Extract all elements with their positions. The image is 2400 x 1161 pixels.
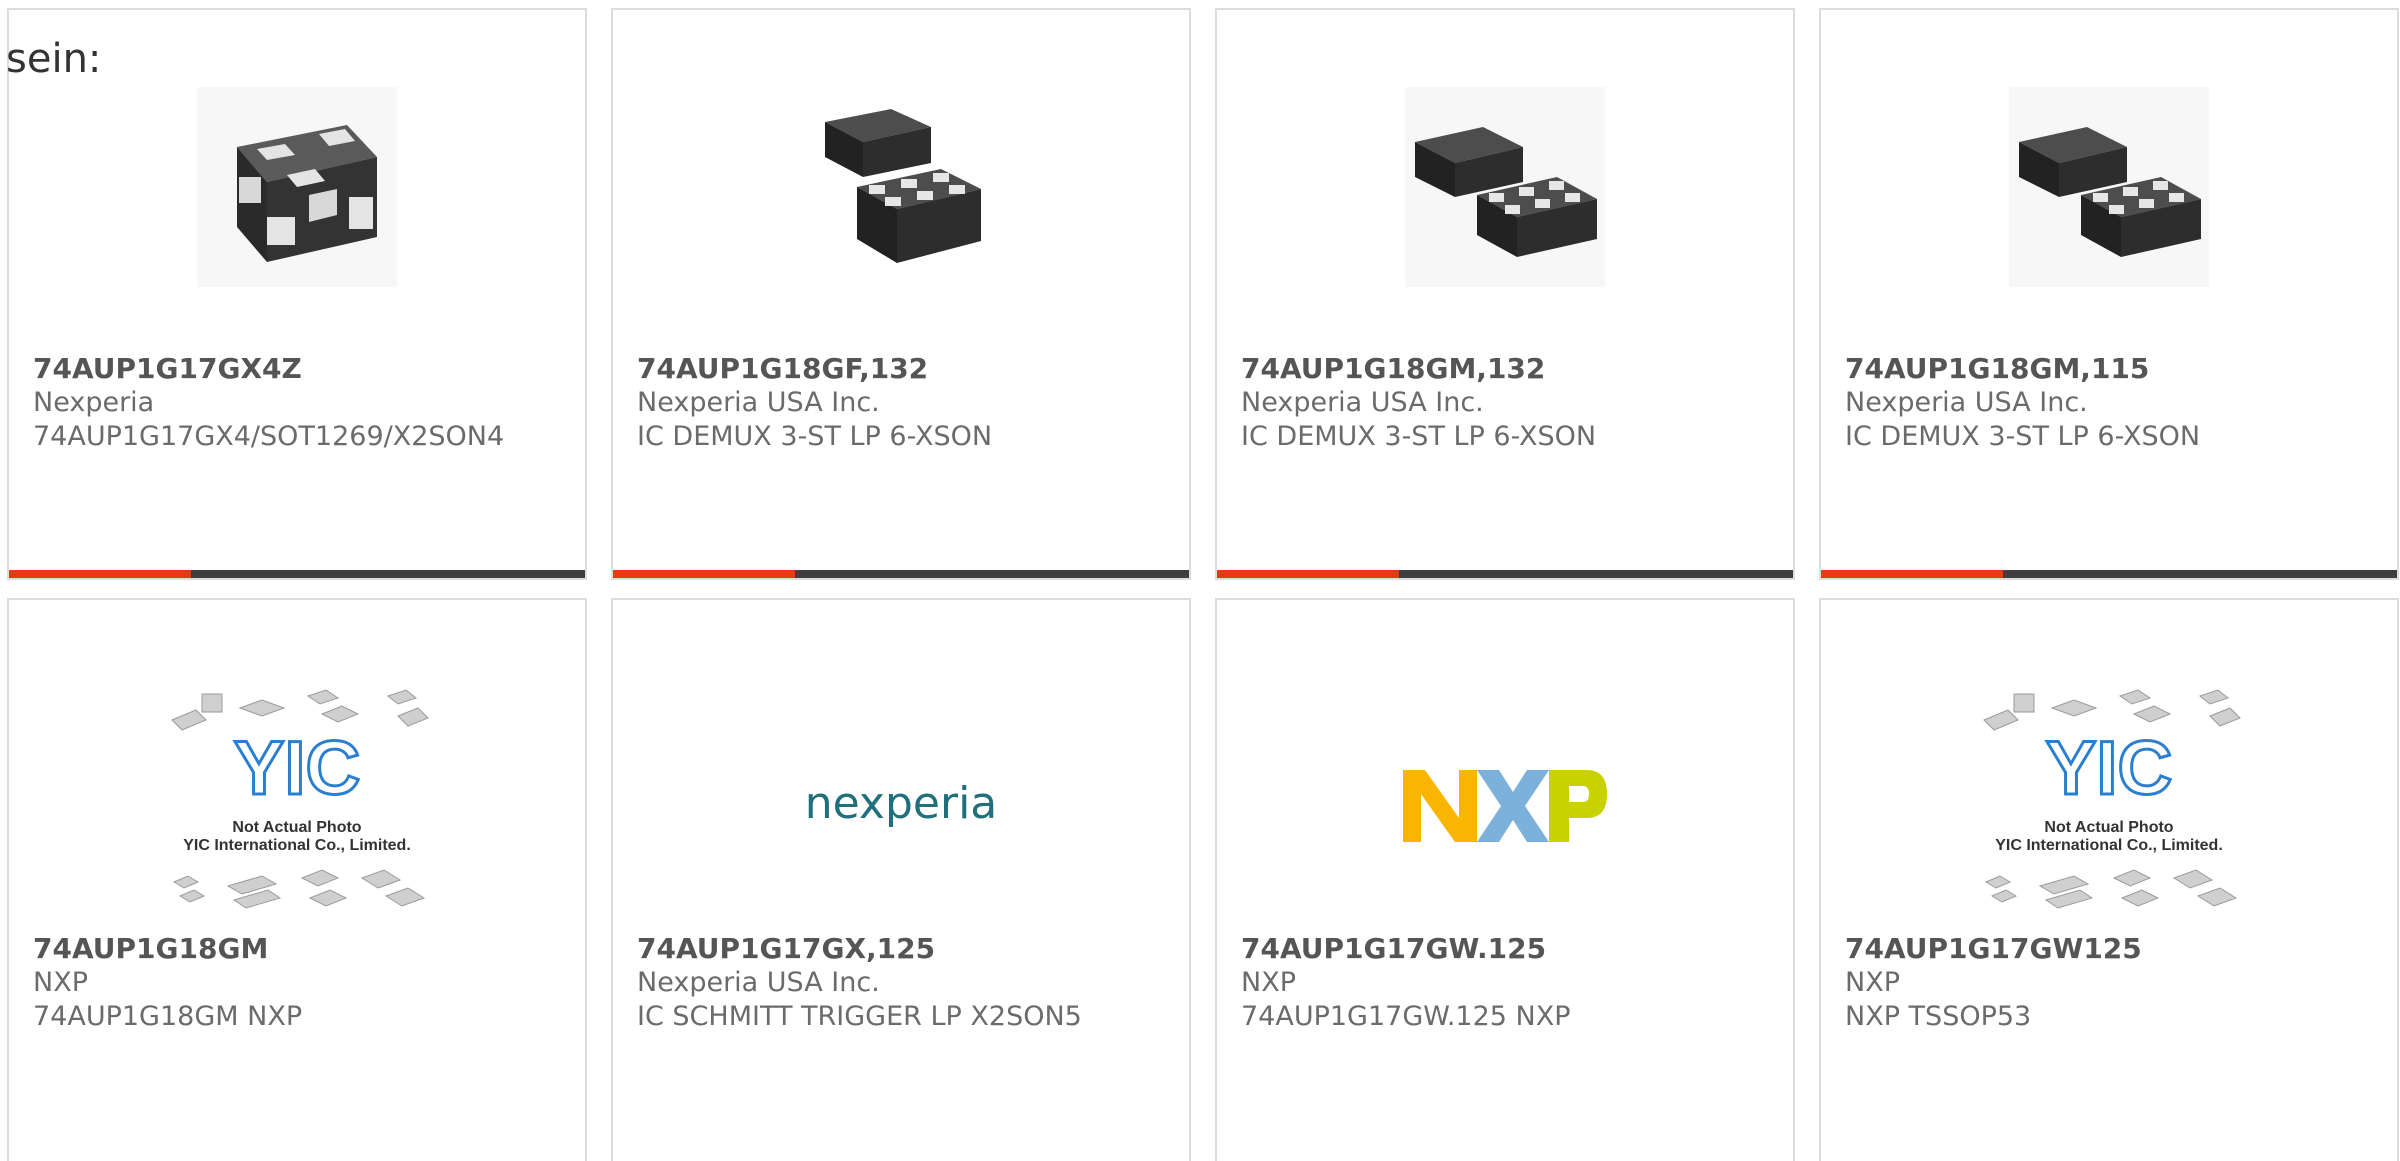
nexperia-logo-text: nexperia bbox=[805, 778, 998, 829]
description: IC SCHMITT TRIGGER LP X2SON5 bbox=[637, 1001, 1082, 1032]
yic-placeholder-image[interactable]: YIC Not Actual Photo YIC International C… bbox=[1821, 686, 2397, 926]
placeholder-line2: YIC International Co., Limited. bbox=[183, 837, 411, 854]
product-card[interactable]: 74AUP1G17GW.125 NXP 74AUP1G17GW.125 NXP bbox=[1215, 598, 1795, 1161]
part-number[interactable]: 74AUP1G17GX,125 bbox=[637, 932, 1173, 966]
part-number[interactable]: 74AUP1G17GW.125 bbox=[1241, 932, 1777, 966]
svg-text:YIC: YIC bbox=[2046, 726, 2173, 811]
placeholder-line2: YIC International Co., Limited. bbox=[1995, 837, 2223, 854]
manufacturer: Nexperia USA Inc. bbox=[1241, 387, 1484, 418]
description: IC DEMUX 3-ST LP 6-XSON bbox=[1241, 421, 1597, 452]
description: IC DEMUX 3-ST LP 6-XSON bbox=[637, 421, 993, 452]
product-card[interactable]: YIC Not Actual Photo YIC International C… bbox=[1819, 598, 2399, 1161]
part-number[interactable]: 74AUP1G18GM bbox=[33, 932, 569, 966]
product-card[interactable]: nexperia 74AUP1G17GX,125 Nexperia USA In… bbox=[611, 598, 1191, 1161]
nexperia-logo[interactable]: nexperia bbox=[613, 686, 1189, 926]
card-footer-bar bbox=[9, 570, 585, 578]
card-footer-bar bbox=[613, 570, 1189, 578]
card-footer-bar bbox=[1821, 570, 2397, 578]
intro-text: sein: bbox=[6, 36, 102, 82]
description: 74AUP1G17GX4/SOT1269/X2SON4 bbox=[33, 421, 505, 452]
card-footer-bar bbox=[1217, 570, 1793, 578]
product-card[interactable]: 74AUP1G18GF,132 Nexperia USA Inc. IC DEM… bbox=[611, 8, 1191, 580]
part-number[interactable]: 74AUP1G18GF,132 bbox=[637, 352, 1173, 386]
part-number[interactable]: 74AUP1G17GW125 bbox=[1845, 932, 2381, 966]
manufacturer: Nexperia USA Inc. bbox=[637, 387, 880, 418]
product-card[interactable]: YIC Not Actual Photo YIC International C… bbox=[7, 598, 587, 1161]
description: IC DEMUX 3-ST LP 6-XSON bbox=[1845, 421, 2201, 452]
chip-pair-icon[interactable] bbox=[1821, 82, 2397, 292]
part-number[interactable]: 74AUP1G18GM,115 bbox=[1845, 352, 2381, 386]
description: 74AUP1G18GM NXP bbox=[33, 1001, 303, 1032]
chip-pair-icon[interactable] bbox=[613, 82, 1189, 292]
part-number[interactable]: 74AUP1G17GX4Z bbox=[33, 352, 569, 386]
manufacturer: Nexperia USA Inc. bbox=[637, 967, 880, 998]
chip-pair-icon[interactable] bbox=[1217, 82, 1793, 292]
product-card[interactable]: 74AUP1G17GX4Z Nexperia 74AUP1G17GX4/SOT1… bbox=[7, 8, 587, 580]
description: 74AUP1G17GW.125 NXP bbox=[1241, 1001, 1571, 1032]
chip-4pad-icon[interactable] bbox=[9, 82, 585, 292]
nxp-logo[interactable] bbox=[1217, 686, 1793, 926]
placeholder-line1: Not Actual Photo bbox=[2044, 819, 2173, 836]
product-card[interactable]: 74AUP1G18GM,115 Nexperia USA Inc. IC DEM… bbox=[1819, 8, 2399, 580]
placeholder-line1: Not Actual Photo bbox=[232, 819, 361, 836]
manufacturer: NXP bbox=[1241, 967, 1296, 998]
manufacturer: NXP bbox=[33, 967, 88, 998]
product-card[interactable]: 74AUP1G18GM,132 Nexperia USA Inc. IC DEM… bbox=[1215, 8, 1795, 580]
manufacturer: Nexperia bbox=[33, 387, 155, 418]
svg-text:YIC: YIC bbox=[234, 726, 361, 811]
manufacturer: Nexperia USA Inc. bbox=[1845, 387, 2088, 418]
yic-placeholder-image[interactable]: YIC Not Actual Photo YIC International C… bbox=[9, 686, 585, 926]
manufacturer: NXP bbox=[1845, 967, 1900, 998]
part-number[interactable]: 74AUP1G18GM,132 bbox=[1241, 352, 1777, 386]
description: NXP TSSOP53 bbox=[1845, 1001, 2032, 1032]
